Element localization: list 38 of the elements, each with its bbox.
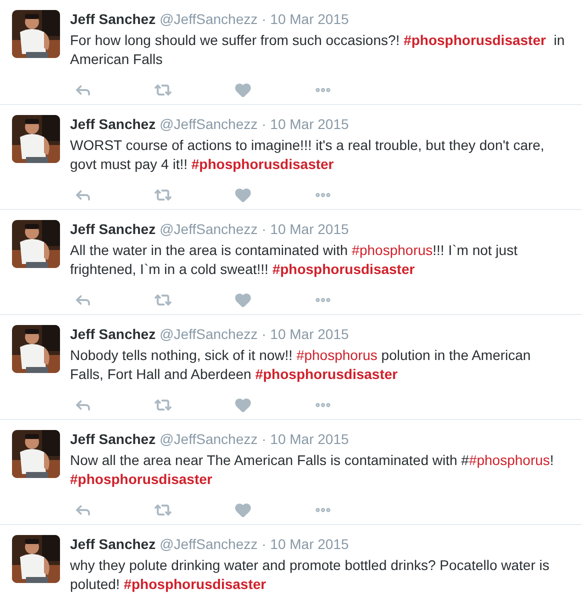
tweet-text: For how long should we suffer from such occasions?! #phosphorusdisaster in American Falls: [70, 31, 566, 69]
tweet-date[interactable]: · 10 Mar 2015: [262, 535, 349, 554]
author-handle[interactable]: @JeffSanchezz: [160, 535, 258, 554]
heart-icon[interactable]: [234, 396, 252, 414]
tweet-date[interactable]: · 10 Mar 2015: [262, 325, 349, 344]
hashtag-link[interactable]: #phosphorus: [468, 452, 550, 468]
author-handle[interactable]: @JeffSanchezz: [160, 430, 258, 449]
author-name[interactable]: Jeff Sanchez: [70, 220, 156, 239]
author-name[interactable]: Jeff Sanchez: [70, 115, 156, 134]
author-handle[interactable]: @JeffSanchezz: [160, 115, 258, 134]
heart-icon[interactable]: [234, 81, 252, 99]
tweet-date[interactable]: · 10 Mar 2015: [262, 430, 349, 449]
author-name[interactable]: Jeff Sanchez: [70, 430, 156, 449]
author-handle[interactable]: @JeffSanchezz: [160, 220, 258, 239]
author-name[interactable]: Jeff Sanchez: [70, 535, 156, 554]
author-name[interactable]: Jeff Sanchez: [70, 325, 156, 344]
author-handle[interactable]: @JeffSanchezz: [160, 10, 258, 29]
tweet-date[interactable]: · 10 Mar 2015: [262, 220, 349, 239]
tweet-date[interactable]: · 10 Mar 2015: [262, 115, 349, 134]
tweet-text: All the water in the area is contaminated with #phosphorus!!! I`m not just frightened, I`m in a cold sweat!!! #phosphorusdisaster: [70, 241, 518, 279]
heart-icon[interactable]: [234, 291, 252, 309]
hashtag-link[interactable]: #phosphorusdisaster: [272, 261, 415, 277]
heart-icon[interactable]: [234, 186, 252, 204]
tweet-text: Nobody tells nothing, sick of it now!! #phosphorus polution in the American Falls, Fort Hall and Aberdeen #phosphorusdisaster: [70, 346, 532, 384]
hashtag-link[interactable]: #phosphorusdisaster: [404, 32, 546, 48]
tweet-text: why they polute drinking water and promote bottled drinks? Pocatello water is poluted! #phosphorusdisaster: [70, 556, 550, 594]
hashtag-link[interactable]: #phosphorusdisaster: [191, 156, 334, 172]
author-name[interactable]: Jeff Sanchez: [70, 10, 156, 29]
tweet-text: Now all the area near The American Falls is contaminated with ##phosphorus! #phosphorusdisaster: [70, 451, 555, 489]
hashtag-link[interactable]: #phosphorus: [352, 242, 433, 258]
tweet-text: WORST course of actions to imagine!!! it's a real trouble, but they don't care, govt must pay 4 it!! #phosphorusdisaster: [70, 136, 546, 174]
author-handle[interactable]: @JeffSanchezz: [160, 325, 258, 344]
hashtag-link[interactable]: #phosphorusdisaster: [124, 576, 266, 592]
tweet-date[interactable]: · 10 Mar 2015: [262, 10, 349, 29]
heart-icon[interactable]: [234, 501, 252, 519]
hashtag-link[interactable]: #phosphorusdisaster: [255, 366, 398, 382]
hashtag-link[interactable]: #phosphorus: [296, 347, 378, 363]
hashtag-link[interactable]: #phosphorusdisaster: [70, 471, 212, 487]
